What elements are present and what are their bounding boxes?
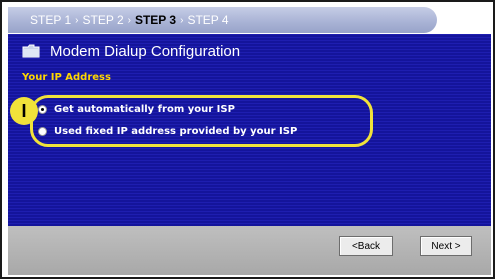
step-3-label: STEP 3 <box>134 13 177 27</box>
button-bar: <Back Next > <box>8 226 491 275</box>
highlight-outline <box>30 95 373 147</box>
wizard-window: STEP 1 › STEP 2 › STEP 3 › STEP 4 Modem … <box>0 0 495 279</box>
step-1-label: STEP 1 <box>30 13 72 27</box>
folder-icon <box>22 44 40 58</box>
callout-marker: I <box>10 97 38 125</box>
next-button[interactable]: Next > <box>420 236 472 256</box>
page-title: Modem Dialup Configuration <box>50 42 241 60</box>
step-progress-bar: STEP 1 › STEP 2 › STEP 3 › STEP 4 <box>8 7 437 33</box>
step-2-label: STEP 2 <box>82 13 124 27</box>
section-label-ip-address: Your IP Address <box>22 72 111 83</box>
step-4-label: STEP 4 <box>187 13 229 27</box>
step-separator: › <box>127 14 131 26</box>
step-separator: › <box>180 14 184 26</box>
step-separator: › <box>75 14 79 26</box>
back-button[interactable]: <Back <box>339 236 393 256</box>
page-header: Modem Dialup Configuration <box>22 40 240 62</box>
